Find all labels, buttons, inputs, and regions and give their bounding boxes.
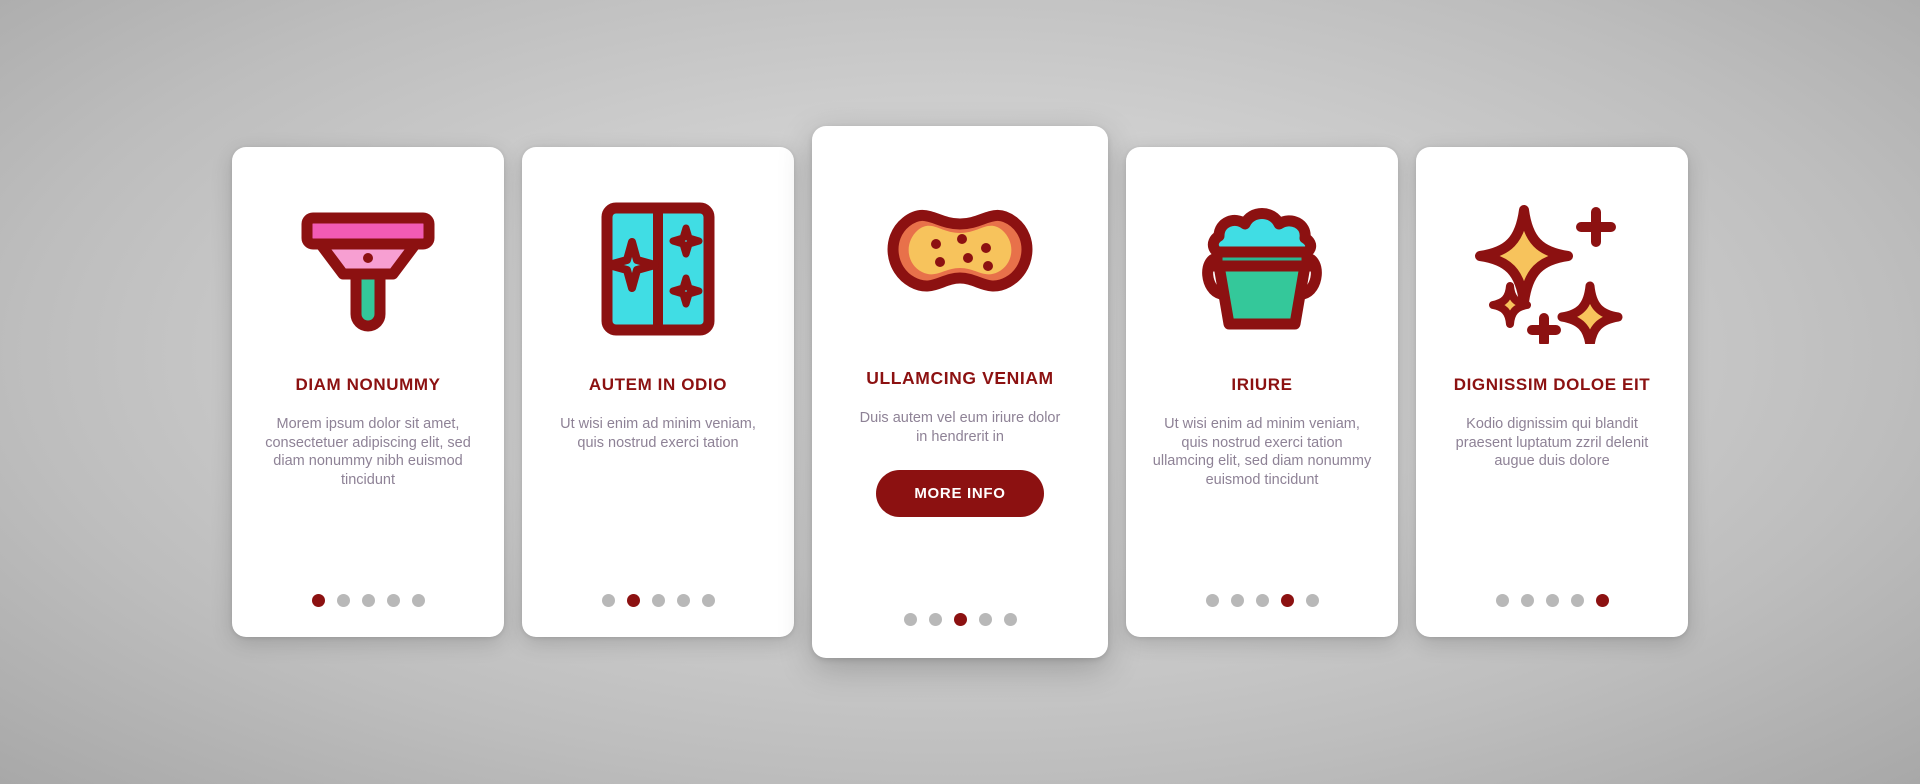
pagination-dots (1416, 594, 1688, 607)
card-body: Ut wisi enim ad minim veniam, quis nostr… (1152, 416, 1372, 489)
pagination-dots (232, 594, 504, 607)
onboarding-card-1[interactable]: DIAM NONUMMY Morem ipsum dolor sit amet,… (232, 147, 504, 637)
pagination-dot[interactable] (1495, 594, 1509, 607)
card-body: Duis autem vel eum iriure dolor in hendr… (859, 410, 1061, 445)
pagination-dot[interactable] (928, 613, 942, 626)
pagination-dot[interactable] (1570, 594, 1584, 607)
pagination-dot[interactable] (1205, 594, 1219, 607)
pagination-dot[interactable] (336, 594, 350, 607)
pagination-dot[interactable] (651, 594, 665, 607)
sparkle-shine-icon (1434, 181, 1670, 357)
card-body: Kodio dignissim qui blandit praesent lup… (1455, 416, 1649, 470)
squeegee-icon (250, 181, 486, 357)
pagination-dot[interactable] (1003, 613, 1017, 626)
card-title: ULLAMCING VENIAM (866, 368, 1054, 388)
onboarding-card-2[interactable]: AUTEM IN ODIO Ut wisi enim ad minim veni… (522, 147, 794, 637)
card-title: IRIURE (1231, 375, 1293, 394)
onboarding-screens-stage: DIAM NONUMMY Morem ipsum dolor sit amet,… (0, 0, 1920, 784)
pagination-dot[interactable] (1595, 594, 1609, 607)
onboarding-card-4[interactable]: IRIURE Ut wisi enim ad minim veniam, qui… (1126, 147, 1398, 637)
pagination-dots (812, 613, 1108, 626)
pagination-dot[interactable] (386, 594, 400, 607)
pagination-dot[interactable] (1545, 594, 1559, 607)
pagination-dot[interactable] (626, 594, 640, 607)
pagination-dot[interactable] (978, 613, 992, 626)
more-info-button[interactable]: MORE INFO (876, 470, 1044, 518)
clean-window-icon (540, 181, 776, 357)
card-title: DIGNISSIM DOLOE EIT (1453, 375, 1651, 394)
card-body: Morem ipsum dolor sit amet, consectetuer… (265, 416, 471, 489)
pagination-dot[interactable] (1255, 594, 1269, 607)
pagination-dot[interactable] (1520, 594, 1534, 607)
pagination-dot[interactable] (903, 613, 917, 626)
pagination-dot[interactable] (676, 594, 690, 607)
pagination-dots (1126, 594, 1398, 607)
pagination-dot[interactable] (953, 613, 967, 626)
pagination-dot[interactable] (701, 594, 715, 607)
pagination-dot[interactable] (1305, 594, 1319, 607)
onboarding-cards-row: DIAM NONUMMY Morem ipsum dolor sit amet,… (0, 0, 1920, 784)
onboarding-card-5[interactable]: DIGNISSIM DOLOE EIT Kodio dignissim qui … (1416, 147, 1688, 637)
card-title: DIAM NONUMMY (295, 375, 441, 394)
pagination-dots (522, 594, 794, 607)
pagination-dot[interactable] (1280, 594, 1294, 607)
pagination-dot[interactable] (601, 594, 615, 607)
pagination-dot[interactable] (311, 594, 325, 607)
sponge-icon (832, 166, 1088, 356)
pagination-dot[interactable] (411, 594, 425, 607)
pagination-dot[interactable] (361, 594, 375, 607)
bucket-foam-icon (1144, 181, 1380, 357)
card-body: Ut wisi enim ad minim veniam, quis nostr… (560, 416, 756, 451)
pagination-dot[interactable] (1230, 594, 1244, 607)
onboarding-card-3-featured[interactable]: ULLAMCING VENIAM Duis autem vel eum iriu… (812, 126, 1108, 658)
card-title: AUTEM IN ODIO (588, 375, 728, 394)
